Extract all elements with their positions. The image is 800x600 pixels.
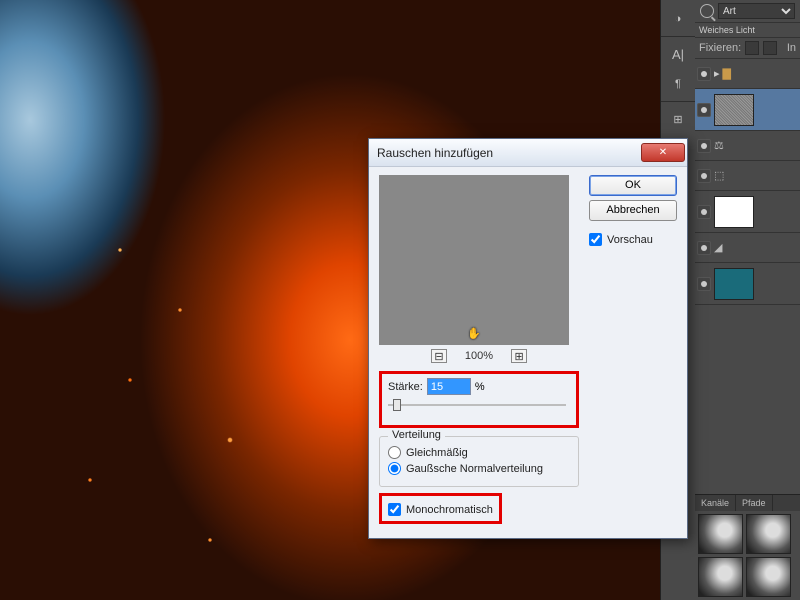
close-button[interactable]: ✕: [641, 143, 685, 162]
visibility-toggle[interactable]: [697, 139, 711, 153]
amount-unit: %: [475, 381, 485, 393]
add-noise-dialog: Rauschen hinzufügen ✕ ✋ ⊟ 100% ⊞ Stärke:…: [368, 138, 688, 539]
fill-label: In: [787, 42, 796, 54]
dialog-titlebar[interactable]: Rauschen hinzufügen ✕: [369, 139, 687, 167]
lock-row: Fixieren: In: [695, 38, 800, 59]
folder-icon: ▇: [723, 67, 731, 80]
character-icon[interactable]: A|: [661, 39, 695, 69]
tab-paths[interactable]: Pfade: [736, 495, 773, 511]
mono-highlight: Monochromatisch: [379, 493, 502, 524]
zoom-controls: ⊟ 100% ⊞: [379, 349, 579, 363]
monochromatic-label: Monochromatisch: [406, 504, 493, 516]
uniform-label: Gleichmäßig: [406, 447, 468, 459]
dialog-buttons: OK Abbrechen Vorschau: [589, 175, 677, 532]
cancel-button[interactable]: Abbrechen: [589, 200, 677, 221]
gaussian-radio[interactable]: [388, 462, 401, 475]
fill-thumbnail[interactable]: [714, 268, 754, 300]
visibility-toggle[interactable]: [697, 205, 711, 219]
mask-thumbnail[interactable]: [714, 196, 754, 228]
lock-pixels-icon[interactable]: [763, 41, 777, 55]
layer-thumbnail[interactable]: [714, 94, 754, 126]
amount-highlight: Stärke: %: [379, 371, 579, 428]
blend-mode-display[interactable]: Weiches Licht: [695, 23, 800, 38]
amount-input[interactable]: [427, 378, 471, 395]
swatches-icon[interactable]: ⊞: [661, 104, 695, 134]
zoom-value: 100%: [465, 350, 493, 362]
preview-label: Vorschau: [607, 234, 653, 246]
adjustment-layer-1[interactable]: ⚖: [695, 131, 800, 161]
channel-b[interactable]: [746, 557, 791, 597]
zoom-out-button[interactable]: ⊟: [431, 349, 447, 363]
adjustment-layer-3[interactable]: ◢: [695, 233, 800, 263]
channel-r[interactable]: [746, 514, 791, 554]
visibility-toggle[interactable]: [697, 67, 711, 81]
layer-selected[interactable]: [695, 89, 800, 131]
lock-label: Fixieren:: [699, 42, 741, 54]
channel-g[interactable]: [698, 557, 743, 597]
layer-mask-row[interactable]: [695, 191, 800, 233]
tab-channels[interactable]: Kanäle: [695, 495, 736, 511]
distribution-legend: Verteilung: [388, 429, 445, 441]
levels-icon: ◢: [714, 241, 722, 254]
panel-tabs: Kanäle Pfade: [695, 494, 800, 511]
layer-group-row[interactable]: ▸ ▇: [695, 59, 800, 89]
history-icon[interactable]: ◑: [661, 4, 695, 34]
visibility-toggle[interactable]: [697, 241, 711, 255]
gaussian-label: Gaußsche Normalverteilung: [406, 463, 543, 475]
layer-fill-row[interactable]: [695, 263, 800, 305]
noise-preview[interactable]: ✋: [379, 175, 569, 345]
curves-icon: ⬚: [714, 169, 724, 182]
search-icon: [700, 4, 714, 18]
chevron-down-icon[interactable]: ▸: [714, 67, 720, 80]
visibility-toggle[interactable]: [697, 277, 711, 291]
adjustment-layer-2[interactable]: ⬚: [695, 161, 800, 191]
amount-slider[interactable]: [388, 397, 570, 413]
zoom-in-button[interactable]: ⊞: [511, 349, 527, 363]
lock-transparent-icon[interactable]: [745, 41, 759, 55]
amount-label: Stärke:: [388, 381, 423, 393]
visibility-toggle[interactable]: [697, 169, 711, 183]
hand-icon: ✋: [467, 327, 481, 340]
ok-button[interactable]: OK: [589, 175, 677, 196]
slider-knob[interactable]: [393, 399, 401, 411]
channel-rgb[interactable]: [698, 514, 743, 554]
paragraph-icon[interactable]: ¶: [661, 69, 695, 99]
channels-panel: [695, 511, 800, 600]
preview-checkbox[interactable]: [589, 233, 602, 246]
distribution-group: Verteilung Gleichmäßig Gaußsche Normalve…: [379, 436, 579, 487]
dialog-title: Rauschen hinzufügen: [377, 146, 641, 160]
monochromatic-checkbox[interactable]: [388, 503, 401, 516]
visibility-toggle[interactable]: [697, 103, 711, 117]
style-search: Art: [695, 0, 800, 23]
uniform-radio[interactable]: [388, 446, 401, 459]
balance-icon: ⚖: [714, 139, 724, 152]
style-select[interactable]: Art: [718, 3, 795, 19]
